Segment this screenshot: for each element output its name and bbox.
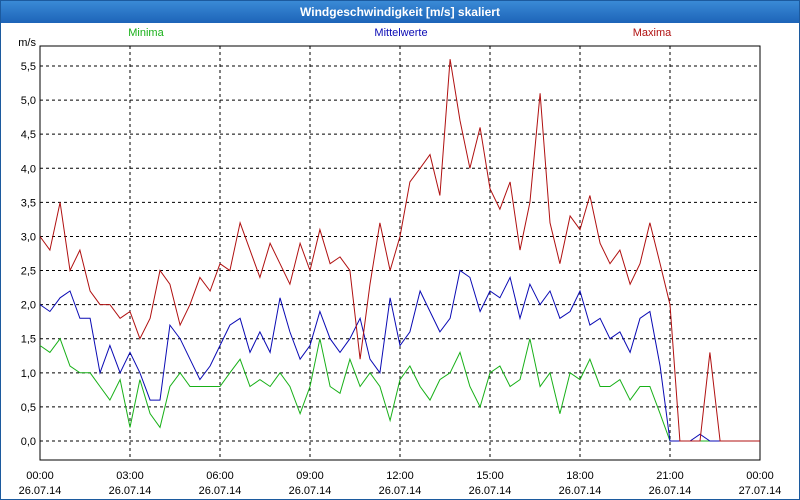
- legend-mittelwerte: Mittelwerte: [374, 27, 427, 39]
- legend-minima: Minima: [128, 27, 164, 39]
- x-tick-time: 03:00: [116, 470, 144, 482]
- x-tick-time: 00:00: [26, 470, 54, 482]
- x-tick-date: 26.07.14: [289, 485, 332, 497]
- y-tick-label: 3,0: [21, 231, 36, 243]
- y-tick-label: 0,0: [21, 436, 36, 448]
- y-tick-label: 5,0: [21, 95, 36, 107]
- x-tick-date: 27.07.14: [739, 485, 782, 497]
- y-tick-label: 2,5: [21, 266, 36, 278]
- y-tick-label: 0,5: [21, 402, 36, 414]
- y-axis-ticks: 0,0 0,5 1,0 1,5 2,0 2,5 3,0 3,5 4,0 4,5 5,0 5,5: [21, 61, 36, 448]
- x-tick-time: 09:00: [296, 470, 324, 482]
- grid-lines: [40, 46, 760, 460]
- x-tick-date: 26.07.14: [19, 485, 62, 497]
- x-tick-time: 15:00: [476, 470, 504, 482]
- y-tick-label: 4,0: [21, 163, 36, 175]
- y-tick-label: 1,0: [21, 368, 36, 380]
- x-tick-date: 26.07.14: [649, 485, 692, 497]
- x-tick-time: 18:00: [566, 470, 594, 482]
- x-tick-date: 26.07.14: [199, 485, 242, 497]
- x-tick-time: 21:00: [656, 470, 684, 482]
- y-tick-label: 5,5: [21, 61, 36, 73]
- y-tick-label: 3,5: [21, 197, 36, 209]
- x-axis-ticks: 00:00 26.07.14 03:00 26.07.14 06:00 26.07.14 0…: [19, 470, 782, 497]
- legend-maxima: Maxima: [633, 27, 672, 39]
- y-tick-label: 1,5: [21, 334, 36, 346]
- x-tick-date: 26.07.14: [379, 485, 422, 497]
- x-tick-time: 00:00: [746, 470, 774, 482]
- wind-speed-chart: 0,0 0,5 1,0 1,5 2,0 2,5 3,0 3,5 4,0 4,5 5,0 5,5 00:…: [18, 27, 782, 497]
- x-tick-time: 06:00: [206, 470, 234, 482]
- y-tick-label: 2,0: [21, 300, 36, 312]
- x-tick-date: 26.07.14: [469, 485, 512, 497]
- series-line-mittelwerte: [39, 269, 760, 442]
- x-tick-date: 26.07.14: [559, 485, 602, 497]
- x-tick-date: 26.07.14: [109, 485, 152, 497]
- x-tick-time: 12:00: [386, 470, 414, 482]
- y-tick-label: 4,5: [21, 129, 36, 141]
- legend: Minima Mittelwerte Maxima: [128, 27, 672, 39]
- y-axis-label: m/s: [18, 37, 36, 49]
